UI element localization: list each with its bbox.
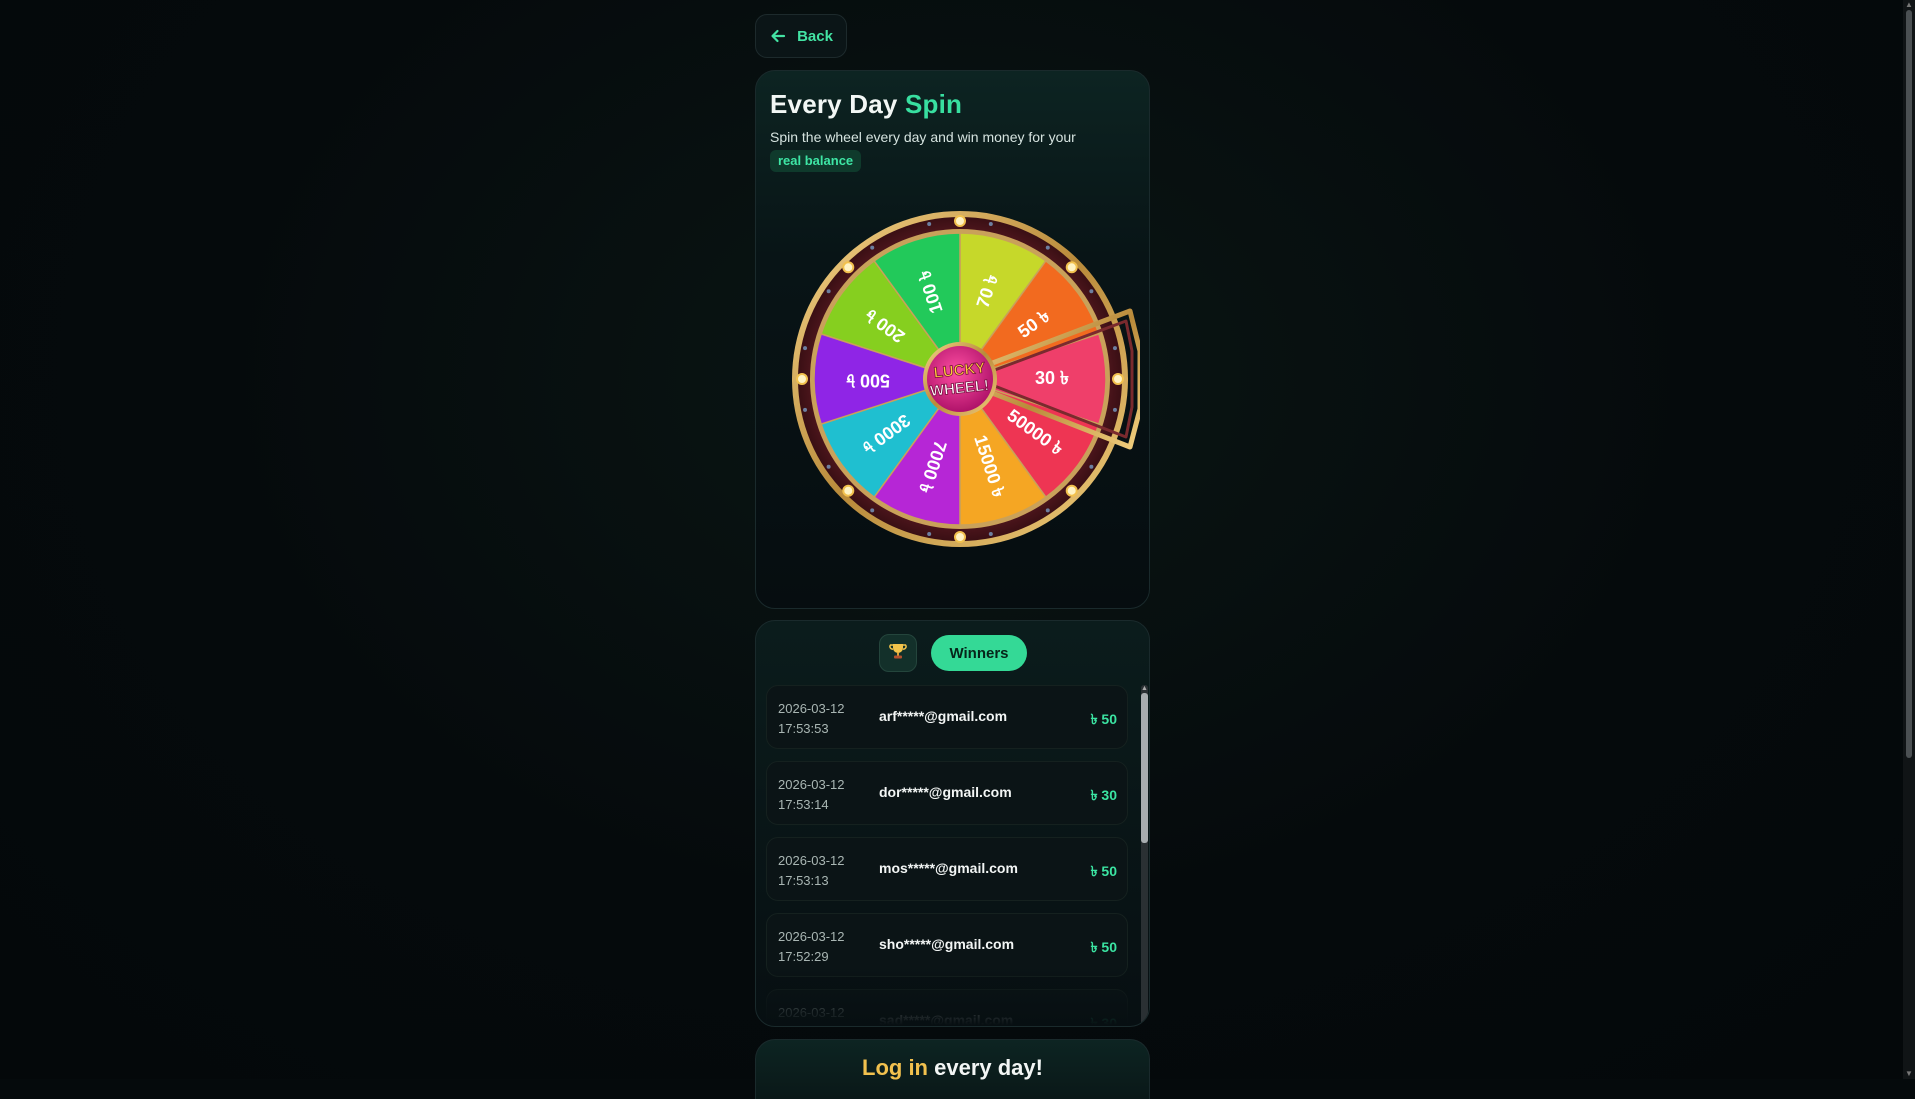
title-accent: Spin (905, 89, 963, 119)
rim-bulb (842, 261, 855, 274)
rim-stud (803, 346, 808, 351)
wheel-segment-label: 30 ৳ (1035, 368, 1069, 388)
winners-card: Winners 2026-03-12 17:53:53 arf*****@gma… (755, 620, 1150, 1027)
winner-date: 2026-03-12 (778, 1005, 845, 1020)
winner-datetime: 2026-03-12 17:52:29 (778, 927, 858, 967)
winner-date: 2026-03-12 (778, 853, 845, 868)
login-accent: Log in (862, 1055, 928, 1080)
rim-bulb (954, 215, 966, 227)
rim-stud (1112, 346, 1117, 351)
page-scroll-down-icon[interactable]: ▼ (1903, 1069, 1915, 1079)
table-row: 2026-03-12 sad*****@gmail.com ৳ 30 (766, 989, 1128, 1025)
winners-list[interactable]: 2026-03-12 17:53:53 arf*****@gmail.com ৳… (766, 685, 1128, 1025)
login-title: Log in every day! (756, 1055, 1149, 1081)
rim-stud (988, 531, 993, 536)
login-rest: every day! (934, 1055, 1043, 1080)
back-button[interactable]: Back (755, 14, 847, 58)
winner-time: 17:52:29 (778, 949, 829, 964)
winner-time: 17:53:13 (778, 873, 829, 888)
rim-bulb (954, 531, 966, 543)
scroll-up-arrow-icon[interactable]: ▲ (1141, 685, 1148, 693)
wheel-graphic[interactable]: 70 ৳50 ৳30 ৳50000 ৳15000 ৳7000 ৳3000 ৳50… (780, 199, 1143, 559)
rim-stud (1045, 245, 1050, 250)
rim-stud (1089, 289, 1094, 294)
rim-stud (1112, 407, 1117, 412)
lucky-wheel[interactable]: 70 ৳ 50 ৳ 30 ৳ 50000 ৳ 15000 ৳ 7000 ৳ 3000 ৳ 50… (780, 199, 1143, 559)
rim-bulb (842, 484, 855, 497)
rim-stud (803, 407, 808, 412)
real-balance-badge: real balance (770, 150, 862, 172)
page-scrollbar-thumb[interactable] (1906, 10, 1912, 758)
page-scroll-up-icon[interactable]: ▲ (1903, 0, 1915, 10)
winners-scrollbar-thumb[interactable] (1141, 693, 1148, 843)
rim-bulb (1065, 261, 1078, 274)
spin-description: Spin the wheel every day and win money f… (770, 129, 1076, 145)
winner-email: sad*****@gmail.com (879, 1012, 1014, 1025)
winner-date: 2026-03-12 (778, 929, 845, 944)
login-card: Log in every day! (755, 1039, 1150, 1099)
table-row: 2026-03-12 17:53:13 mos*****@gmail.com ৳… (766, 837, 1128, 901)
winner-datetime: 2026-03-12 17:53:14 (778, 775, 858, 815)
trophy-tab[interactable] (879, 634, 917, 672)
winner-time: 17:53:53 (778, 721, 829, 736)
title-main: Every Day (770, 89, 898, 119)
spin-card: Every Day Spin Spin the wheel every day … (755, 70, 1150, 609)
winner-amount: ৳ 50 (1090, 711, 1117, 727)
rim-stud (988, 222, 993, 227)
rim-bulb (796, 373, 808, 385)
rim-stud (826, 464, 831, 469)
winner-time: 17:53:14 (778, 797, 829, 812)
trophy-icon (888, 641, 908, 666)
winner-amount: ৳ 50 (1090, 939, 1117, 955)
winner-email: sho*****@gmail.com (879, 936, 1015, 952)
table-row: 2026-03-12 17:53:53 arf*****@gmail.com ৳… (766, 685, 1128, 749)
tab-winners[interactable]: Winners (931, 635, 1027, 671)
winner-amount: ৳ 30 (1090, 1015, 1117, 1025)
rim-stud (927, 531, 932, 536)
table-row: 2026-03-12 17:52:29 sho*****@gmail.com ৳… (766, 913, 1128, 977)
back-label: Back (797, 27, 833, 45)
wheel-segment-label: 500 ৳ (846, 370, 890, 390)
rim-stud (826, 289, 831, 294)
page-title: Every Day Spin (770, 89, 962, 120)
rim-stud (1089, 464, 1094, 469)
table-row: 2026-03-12 17:53:14 dor*****@gmail.com ৳… (766, 761, 1128, 825)
winner-amount: ৳ 50 (1090, 863, 1117, 879)
rim-stud (870, 508, 875, 513)
winner-email: mos*****@gmail.com (879, 860, 1018, 876)
winner-date: 2026-03-12 (778, 777, 845, 792)
arrow-left-icon (769, 27, 787, 45)
rim-stud (870, 245, 875, 250)
rim-bulb (1065, 484, 1078, 497)
winner-datetime: 2026-03-12 17:53:13 (778, 851, 858, 891)
winner-email: dor*****@gmail.com (879, 784, 1012, 800)
winner-amount: ৳ 30 (1090, 787, 1117, 803)
winner-datetime: 2026-03-12 17:53:53 (778, 699, 858, 739)
winner-date: 2026-03-12 (778, 701, 845, 716)
winner-email: arf*****@gmail.com (879, 708, 1008, 724)
rim-stud (1045, 508, 1050, 513)
rim-bulb (1112, 373, 1124, 385)
rim-stud (927, 222, 932, 227)
winner-datetime: 2026-03-12 (778, 1003, 858, 1023)
